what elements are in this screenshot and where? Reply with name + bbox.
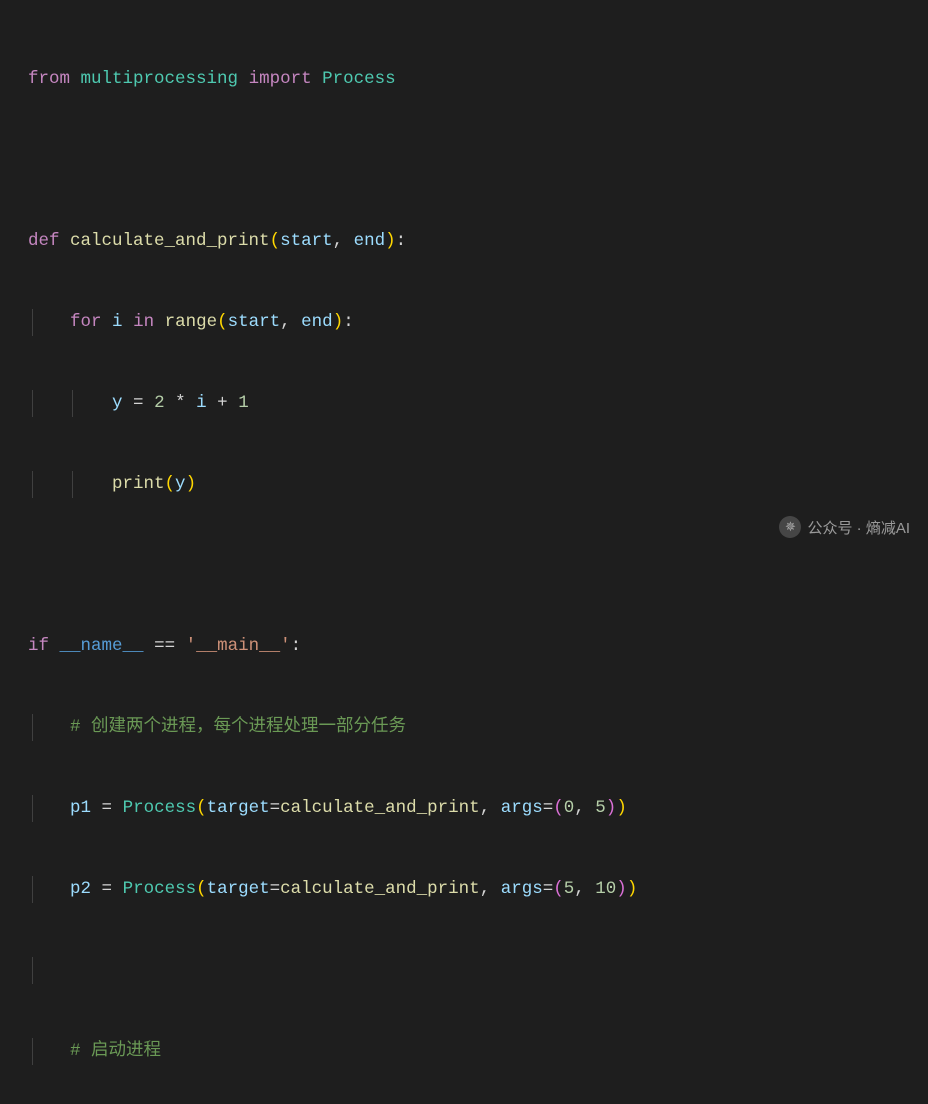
code-line: p1 = Process(target=calculate_and_print,…: [0, 795, 928, 822]
var: p2: [70, 879, 91, 899]
module-name: multiprocessing: [81, 69, 239, 89]
param: end: [354, 231, 386, 251]
kwarg: args: [501, 879, 543, 899]
kwarg: args: [501, 798, 543, 818]
param: start: [280, 231, 333, 251]
code-line: p2 = Process(target=calculate_and_print,…: [0, 876, 928, 903]
code-line: print(y): [0, 471, 928, 498]
builtin: range: [165, 312, 218, 332]
comment: # 启动进程: [70, 1041, 161, 1061]
var: i: [196, 393, 207, 413]
var: i: [112, 312, 123, 332]
number: 0: [564, 798, 575, 818]
kwarg: target: [207, 879, 270, 899]
number: 1: [238, 393, 249, 413]
code-line: # 创建两个进程，每个进程处理一部分任务: [0, 714, 928, 741]
comment: # 创建两个进程，每个进程处理一部分任务: [70, 717, 406, 737]
kwarg: target: [207, 798, 270, 818]
builtin: print: [112, 474, 165, 494]
watermark: ✵ 公众号 · 熵减AI: [779, 516, 910, 538]
code-line: # 启动进程: [0, 1038, 928, 1065]
class-name: Process: [123, 879, 197, 899]
code-line: [0, 552, 928, 579]
number: 5: [564, 879, 575, 899]
number: 5: [595, 798, 606, 818]
code-line: [0, 147, 928, 174]
keyword-from: from: [28, 69, 70, 89]
class-name: Process: [322, 69, 396, 89]
keyword-import: import: [249, 69, 312, 89]
string: '__main__': [186, 636, 291, 656]
code-line: if __name__ == '__main__':: [0, 633, 928, 660]
wechat-icon: ✵: [779, 516, 801, 538]
arg: y: [175, 474, 186, 494]
dunder-name: __name__: [60, 636, 144, 656]
arg: start: [228, 312, 281, 332]
code-line: for i in range(start, end):: [0, 309, 928, 336]
keyword-if: if: [28, 636, 49, 656]
keyword-in: in: [133, 312, 154, 332]
var: y: [112, 393, 123, 413]
keyword-def: def: [28, 231, 60, 251]
class-name: Process: [123, 798, 197, 818]
code-line: [0, 957, 928, 984]
code-editor[interactable]: from multiprocessing import Process def …: [0, 0, 928, 1104]
var: p1: [70, 798, 91, 818]
function-ref: calculate_and_print: [280, 879, 480, 899]
code-line: y = 2 * i + 1: [0, 390, 928, 417]
watermark-label: 公众号 · 熵减AI: [807, 517, 910, 538]
number: 10: [595, 879, 616, 899]
number: 2: [154, 393, 165, 413]
code-line: from multiprocessing import Process: [0, 66, 928, 93]
function-name: calculate_and_print: [70, 231, 270, 251]
arg: end: [301, 312, 333, 332]
keyword-for: for: [70, 312, 102, 332]
function-ref: calculate_and_print: [280, 798, 480, 818]
code-line: def calculate_and_print(start, end):: [0, 228, 928, 255]
